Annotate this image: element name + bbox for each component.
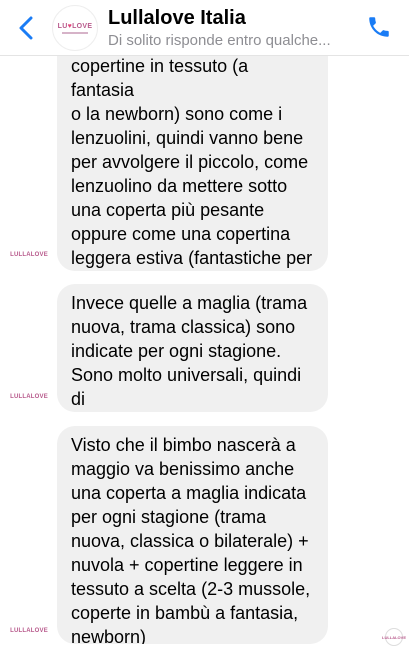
sender-avatar: LULLALOVE (10, 628, 48, 634)
message-bubble[interactable]: Invece quelle a maglia (trama nuova, tra… (57, 284, 328, 412)
logo-divider (62, 31, 88, 34)
message-bubble[interactable]: Visto che il bimbo nascerà a maggio va b… (57, 426, 328, 644)
response-time-status: Di solito risponde entro qualche... (108, 32, 331, 49)
brand-logo: LU♥LOVE (57, 22, 93, 30)
page-title[interactable]: Lullalove Italia (108, 7, 246, 30)
phone-icon (369, 17, 389, 37)
avatar[interactable]: LU♥LOVE (52, 5, 98, 51)
seen-receipt-avatar: LULLALOVE (382, 628, 406, 646)
chat-header: LU♥LOVE Lullalove Italia Di solito rispo… (0, 0, 409, 56)
call-button[interactable] (365, 13, 393, 41)
chevron-left-icon (19, 16, 33, 40)
sender-avatar: LULLALOVE (10, 252, 48, 258)
back-button[interactable] (14, 12, 38, 44)
sender-avatar: LULLALOVE (10, 394, 48, 400)
